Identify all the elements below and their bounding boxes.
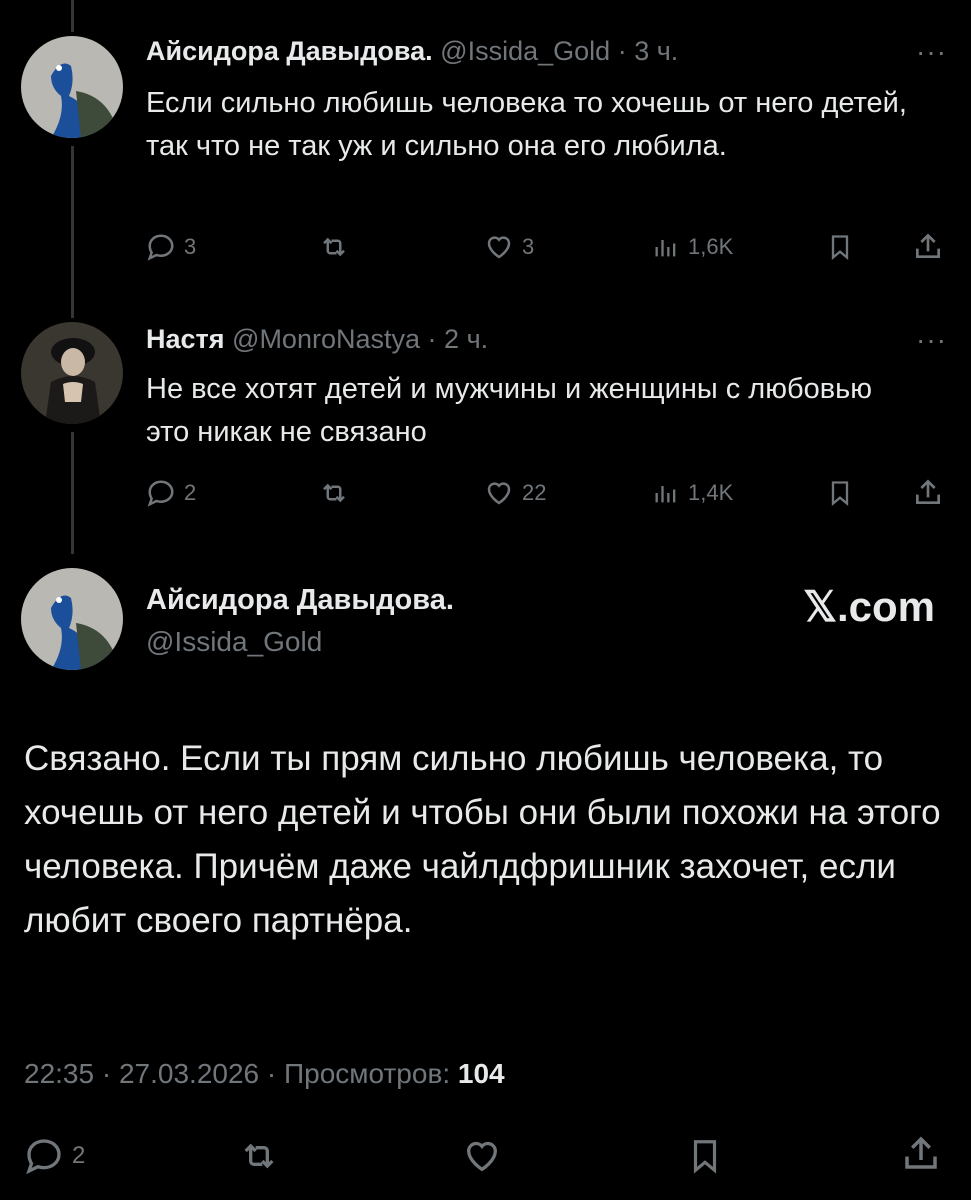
- bookmark-button[interactable]: [826, 232, 854, 262]
- separator: ·: [617, 36, 627, 66]
- reply-count: 2: [72, 1142, 86, 1169]
- tweet-header: Айсидора Давыдова. @Issida_Gold · 3 ч.: [146, 36, 678, 67]
- share-icon: [905, 1136, 937, 1169]
- like-count: 22: [522, 480, 547, 505]
- thread-line: [71, 432, 74, 554]
- retweet-button[interactable]: [318, 232, 350, 262]
- avatar[interactable]: [21, 322, 123, 424]
- retweet-button[interactable]: [318, 478, 350, 508]
- views-button[interactable]: 1,6K: [652, 232, 733, 262]
- more-icon[interactable]: ···: [916, 38, 947, 66]
- reply-icon: [147, 234, 174, 261]
- reply-button[interactable]: 2: [146, 478, 196, 508]
- avatar[interactable]: [21, 568, 123, 670]
- author-handle[interactable]: @Issida_Gold: [440, 36, 610, 66]
- share-icon: [916, 479, 940, 504]
- tweet-meta: 22:35 · 27.03.2026 · Просмотров: 104: [24, 1058, 505, 1090]
- retweet-button[interactable]: [238, 1136, 280, 1176]
- author-handle[interactable]: @MonroNastya: [232, 324, 420, 354]
- tweet-header: Настя @MonroNastya · 2 ч.: [146, 324, 488, 355]
- thread-line: [71, 0, 74, 32]
- bookmark-icon: [831, 481, 849, 506]
- like-icon: [487, 236, 511, 259]
- retweet-icon: [244, 1143, 274, 1169]
- author-name[interactable]: Айсидора Давыдова.: [146, 36, 433, 66]
- views-label: Просмотров:: [284, 1058, 451, 1089]
- like-button[interactable]: 3: [484, 232, 534, 262]
- reply-icon: [26, 1139, 61, 1175]
- tweet-text: Если сильно любишь человека то хочешь от…: [146, 87, 907, 162]
- like-count: 3: [522, 234, 535, 259]
- reply-count: 3: [184, 234, 197, 259]
- like-button[interactable]: 22: [484, 478, 546, 508]
- like-icon: [466, 1141, 498, 1172]
- tweet-text: Не все хотят детей и мужчины и женщины с…: [146, 373, 872, 448]
- tweet-time[interactable]: 22:35: [24, 1058, 94, 1089]
- bookmark-icon: [693, 1140, 717, 1174]
- share-button[interactable]: [912, 476, 944, 508]
- share-icon: [916, 233, 940, 258]
- tweet-time[interactable]: 2 ч.: [444, 324, 488, 354]
- more-icon[interactable]: ···: [916, 326, 947, 354]
- reply-button[interactable]: 3: [146, 232, 196, 262]
- views-count: 1,6K: [688, 234, 734, 259]
- like-button[interactable]: [462, 1136, 502, 1176]
- retweet-icon: [323, 237, 345, 257]
- retweet-icon: [323, 483, 345, 503]
- reply-button[interactable]: 2: [24, 1136, 85, 1176]
- reply-count: 2: [184, 480, 197, 505]
- author-name[interactable]: Айсидора Давыдова.: [146, 584, 454, 617]
- separator: ·: [101, 1058, 112, 1089]
- author-name[interactable]: Настя: [146, 324, 225, 354]
- tweet-date[interactable]: 27.03.2026: [119, 1058, 259, 1089]
- author-handle[interactable]: @Issida_Gold: [146, 626, 322, 658]
- views-icon: [655, 486, 676, 503]
- share-button[interactable]: [900, 1132, 942, 1174]
- bookmark-button[interactable]: [686, 1136, 724, 1176]
- views-count: 1,4K: [688, 480, 734, 505]
- bookmark-icon: [831, 235, 849, 260]
- avatar[interactable]: [21, 36, 123, 138]
- views-count: 104: [457, 1058, 505, 1089]
- bookmark-button[interactable]: [826, 478, 854, 508]
- separator: ·: [427, 324, 437, 354]
- x-logo: 𝕏.com: [803, 583, 935, 630]
- views-button[interactable]: 1,4K: [652, 478, 733, 508]
- share-button[interactable]: [912, 230, 944, 262]
- separator: ·: [266, 1058, 277, 1089]
- like-icon: [487, 482, 511, 505]
- views-icon: [655, 240, 676, 257]
- main-tweet-text: Связано. Если ты прям сильно любишь чело…: [24, 739, 941, 940]
- thread-line: [71, 146, 74, 318]
- tweet-time[interactable]: 3 ч.: [634, 36, 678, 66]
- reply-icon: [147, 480, 174, 507]
